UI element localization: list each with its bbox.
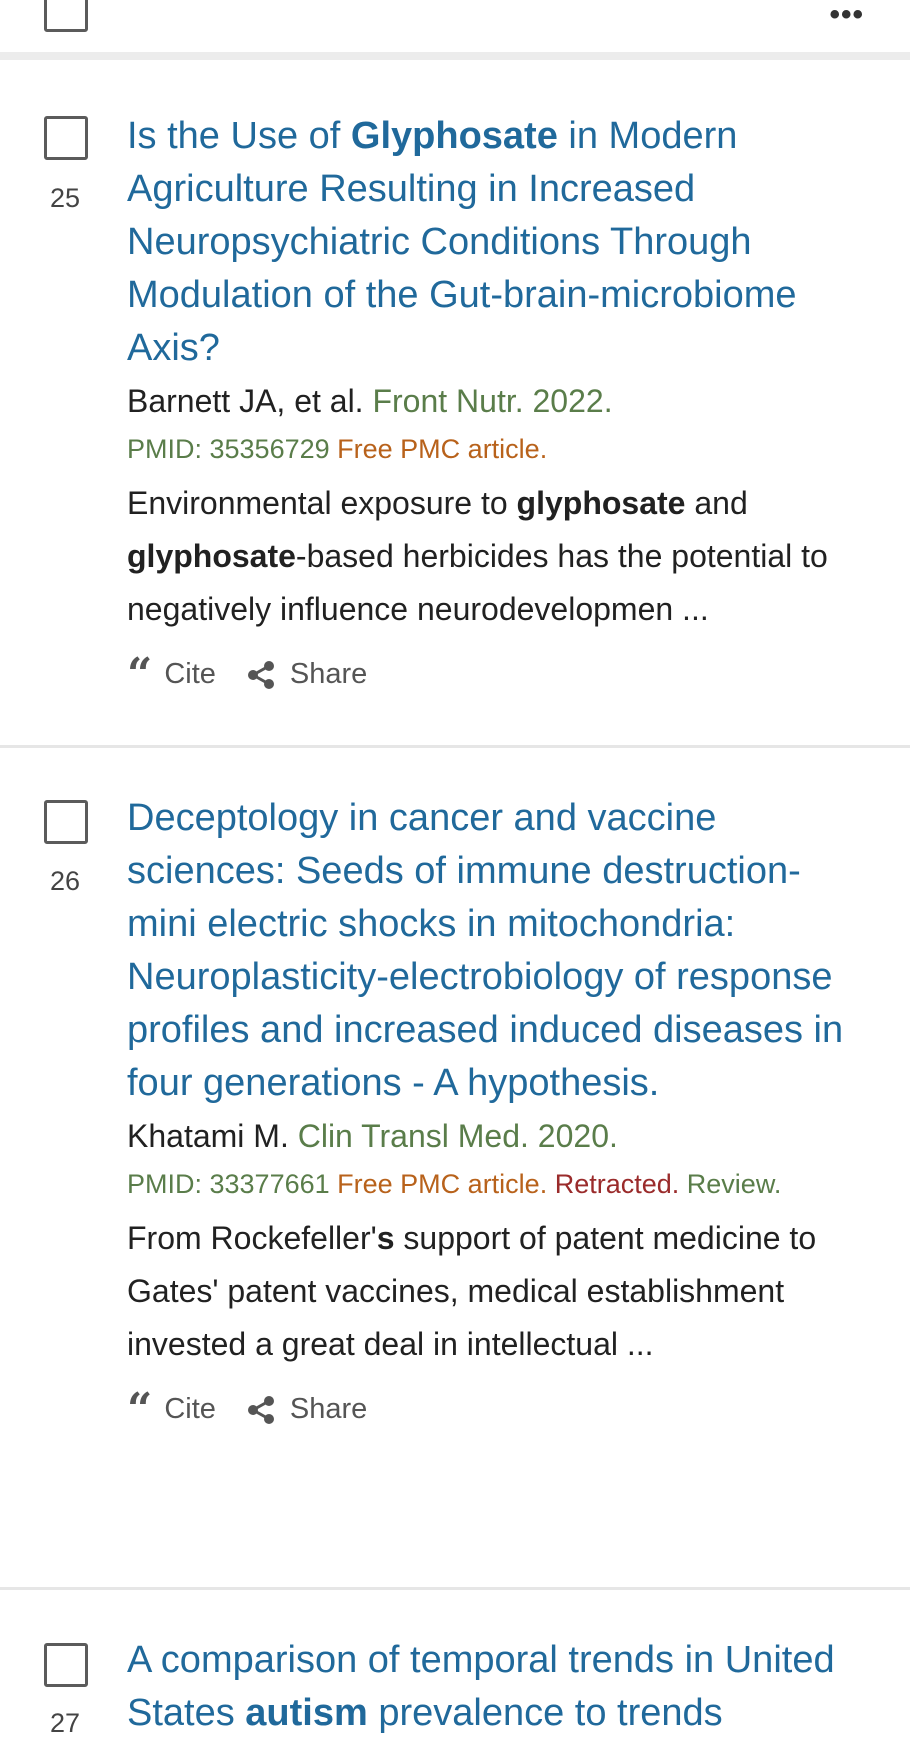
result-snippet: From Rockefeller's support of patent med… [127, 1220, 817, 1362]
share-button[interactable]: Share [246, 658, 367, 691]
result-title-link[interactable]: Is the Use of Glyphosate in Modern Agric… [127, 110, 867, 375]
result-citation: Barnett JA, et al. Front Nutr. 2022. [127, 377, 867, 425]
result-citation: Khatami M. Clin Transl Med. 2020. [127, 1112, 867, 1160]
result-number: 25 [50, 183, 81, 213]
free-pmc-badge: Free PMC article. [337, 434, 548, 464]
authors: Khatami M. [127, 1118, 298, 1154]
divider [0, 52, 910, 60]
search-result-26: Deceptology in cancer and vaccine scienc… [127, 792, 867, 1435]
cite-button[interactable]: “ Cite [127, 648, 216, 700]
result-number: 27 [50, 1708, 81, 1738]
share-icon [246, 1395, 276, 1425]
result-actions: “ Cite Share [127, 1383, 867, 1435]
result-actions: “ Cite Share [127, 648, 867, 700]
search-result-25: Is the Use of Glyphosate in Modern Agric… [127, 110, 867, 700]
free-pmc-badge: Free PMC article. [337, 1169, 548, 1199]
result-meta: PMID: 33377661 Free PMC article. Retract… [127, 1160, 867, 1208]
pmid: PMID: 35356729 [127, 434, 330, 464]
journal: Front Nutr. 2022. [372, 383, 613, 419]
quote-icon: “ [127, 648, 153, 700]
divider [0, 1587, 910, 1590]
divider [0, 745, 910, 748]
pmid: PMID: 33377661 [127, 1169, 330, 1199]
select-checkbox-25[interactable] [44, 116, 88, 160]
retracted-badge: Retracted. [554, 1169, 680, 1199]
authors: Barnett JA, et al. [127, 383, 373, 419]
result-number: 26 [50, 866, 81, 896]
search-result-27: A comparison of temporal trends in Unite… [127, 1634, 867, 1740]
result-snippet: Environmental exposure to glyphosate and… [127, 485, 828, 627]
cite-button[interactable]: “ Cite [127, 1383, 216, 1435]
review-badge: Review. [686, 1169, 782, 1199]
select-checkbox[interactable] [44, 0, 88, 32]
quote-icon: “ [127, 1383, 153, 1435]
select-checkbox-27[interactable] [44, 1643, 88, 1687]
select-checkbox-26[interactable] [44, 800, 88, 844]
result-title-link[interactable]: Deceptology in cancer and vaccine scienc… [127, 792, 867, 1110]
more-options-icon[interactable]: ••• [829, 0, 864, 32]
result-title-link[interactable]: A comparison of temporal trends in Unite… [127, 1634, 867, 1740]
result-meta: PMID: 35356729 Free PMC article. [127, 425, 867, 473]
journal: Clin Transl Med. 2020. [297, 1118, 618, 1154]
share-button[interactable]: Share [246, 1393, 367, 1426]
share-icon [246, 660, 276, 690]
